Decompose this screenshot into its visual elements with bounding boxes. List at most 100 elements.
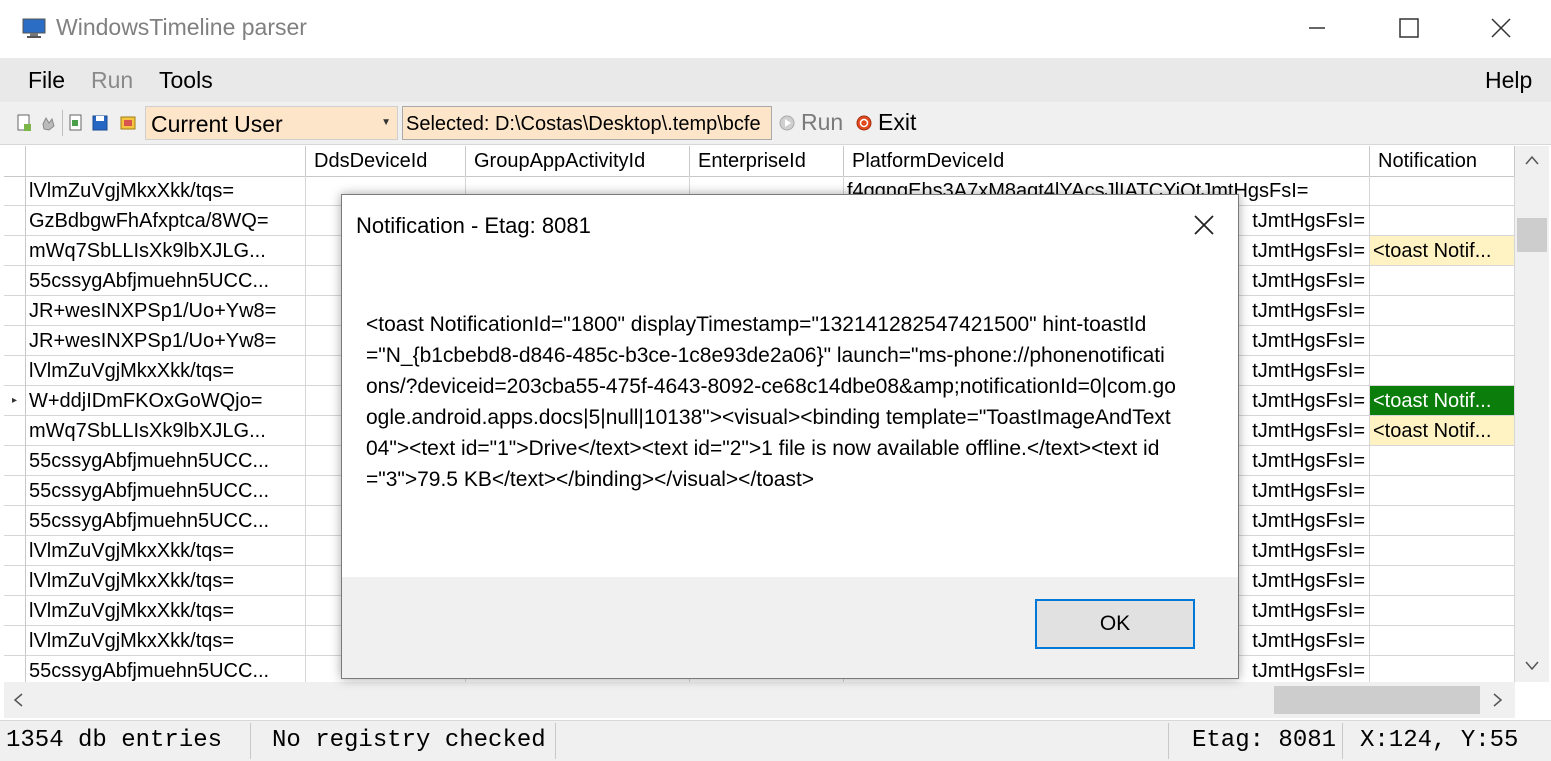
- run-button[interactable]: Run: [779, 109, 843, 136]
- close-icon: [1491, 18, 1511, 38]
- horizontal-scroll-thumb[interactable]: [1274, 686, 1480, 714]
- table-cell[interactable]: 55cssygAbfjmuehn5UCC...: [26, 446, 306, 476]
- menu-file[interactable]: File: [28, 67, 65, 94]
- vertical-scroll-thumb[interactable]: [1517, 218, 1547, 252]
- hand-icon[interactable]: [40, 114, 56, 132]
- menu-tools[interactable]: Tools: [159, 67, 213, 94]
- table-cell[interactable]: [1370, 326, 1515, 356]
- table-cell[interactable]: W+ddjIDmFKOxGoWQjo=: [26, 386, 306, 416]
- table-cell[interactable]: JR+wesINXPSp1/Uo+Yw8=: [26, 326, 306, 356]
- table-cell[interactable]: lVlmZuVgjMkxXkk/tqs=: [26, 536, 306, 566]
- table-cell[interactable]: mWq7SbLLIsXk9lbXJLG...: [26, 416, 306, 446]
- table-cell[interactable]: lVlmZuVgjMkxXkk/tqs=: [26, 596, 306, 626]
- row-header[interactable]: [4, 446, 26, 476]
- table-cell[interactable]: [1370, 446, 1515, 476]
- dialog-title: Notification - Etag: 8081: [356, 213, 591, 238]
- table-cell[interactable]: <toast Notif...: [1370, 416, 1515, 446]
- dialog-footer: OK: [342, 577, 1238, 678]
- row-header[interactable]: [4, 176, 26, 206]
- table-cell[interactable]: [1370, 566, 1515, 596]
- chevron-down-icon[interactable]: ▼: [381, 117, 391, 128]
- column-header-platformdeviceid[interactable]: PlatformDeviceId: [844, 146, 1370, 176]
- chevron-down-icon[interactable]: [1524, 660, 1540, 672]
- table-cell[interactable]: 55cssygAbfjmuehn5UCC...: [26, 266, 306, 296]
- row-header[interactable]: [4, 416, 26, 446]
- play-icon: [779, 115, 795, 130]
- status-divider: [250, 723, 251, 759]
- table-cell[interactable]: JR+wesINXPSp1/Uo+Yw8=: [26, 296, 306, 326]
- selected-path-text: Selected: D:\Costas\Desktop\.temp\bcfe: [406, 113, 761, 135]
- row-header[interactable]: [4, 536, 26, 566]
- app-monitor-icon: [22, 18, 46, 38]
- menu-help[interactable]: Help: [1485, 67, 1532, 94]
- table-cell[interactable]: [1370, 176, 1515, 206]
- row-header[interactable]: [4, 626, 26, 656]
- row-header[interactable]: [4, 506, 26, 536]
- table-cell[interactable]: lVlmZuVgjMkxXkk/tqs=: [26, 566, 306, 596]
- row-header[interactable]: [4, 656, 26, 682]
- table-cell[interactable]: [1370, 626, 1515, 656]
- table-cell[interactable]: 55cssygAbfjmuehn5UCC...: [26, 476, 306, 506]
- row-header[interactable]: [4, 236, 26, 266]
- column-header[interactable]: [26, 146, 306, 176]
- close-button[interactable]: [1478, 8, 1524, 48]
- minimize-button[interactable]: [1294, 8, 1340, 48]
- status-bar: 1354 db entries No registry checked Etag…: [0, 720, 1551, 761]
- table-cell[interactable]: <toast Notif...: [1370, 386, 1515, 416]
- table-cell[interactable]: mWq7SbLLIsXk9lbXJLG...: [26, 236, 306, 266]
- window-title: WindowsTimeline parser: [56, 14, 307, 40]
- menu-bar: File Run Tools Help: [0, 58, 1551, 102]
- row-header[interactable]: [4, 596, 26, 626]
- vertical-scrollbar[interactable]: [1515, 146, 1549, 682]
- toolbar: Current User ▼ Selected: D:\Costas\Deskt…: [0, 102, 1551, 145]
- new-file-icon[interactable]: [16, 114, 32, 132]
- status-registry: No registry checked: [272, 727, 546, 754]
- table-cell[interactable]: [1370, 476, 1515, 506]
- user-combo[interactable]: Current User ▼: [145, 106, 398, 140]
- table-cell[interactable]: [1370, 266, 1515, 296]
- maximize-button[interactable]: [1386, 8, 1432, 48]
- row-header[interactable]: [4, 296, 26, 326]
- chevron-right-icon[interactable]: [1492, 692, 1504, 708]
- selected-path-field[interactable]: Selected: D:\Costas\Desktop\.temp\bcfe: [402, 106, 772, 140]
- table-cell[interactable]: lVlmZuVgjMkxXkk/tqs=: [26, 356, 306, 386]
- save-icon[interactable]: [92, 114, 108, 132]
- user-combo-value: Current User: [151, 111, 283, 137]
- table-cell[interactable]: GzBdbgwFhAfxptca/8WQ=: [26, 206, 306, 236]
- column-header-enterpriseid[interactable]: EnterpriseId: [690, 146, 844, 176]
- row-pointer-icon[interactable]: ▸: [4, 386, 26, 416]
- horizontal-scrollbar[interactable]: [4, 682, 1515, 718]
- column-header-groupappactivityid[interactable]: GroupAppActivityId: [466, 146, 690, 176]
- chevron-up-icon[interactable]: [1524, 154, 1540, 166]
- row-header[interactable]: [4, 206, 26, 236]
- table-cell[interactable]: <toast Notif...: [1370, 236, 1515, 266]
- menu-run[interactable]: Run: [91, 67, 133, 94]
- table-cell[interactable]: 55cssygAbfjmuehn5UCC...: [26, 656, 306, 682]
- column-header-notification[interactable]: Notification: [1370, 146, 1515, 176]
- table-cell[interactable]: lVlmZuVgjMkxXkk/tqs=: [26, 176, 306, 206]
- status-entries: 1354 db entries: [6, 727, 223, 754]
- table-cell[interactable]: lVlmZuVgjMkxXkk/tqs=: [26, 626, 306, 656]
- row-header[interactable]: [4, 326, 26, 356]
- row-header[interactable]: [4, 356, 26, 386]
- table-cell[interactable]: 55cssygAbfjmuehn5UCC...: [26, 506, 306, 536]
- title-bar: WindowsTimeline parser: [0, 0, 1551, 58]
- table-cell[interactable]: [1370, 206, 1515, 236]
- chevron-left-icon[interactable]: [12, 692, 24, 708]
- row-header[interactable]: [4, 566, 26, 596]
- exit-button[interactable]: Exit: [856, 109, 916, 136]
- table-cell[interactable]: [1370, 536, 1515, 566]
- table-cell[interactable]: [1370, 656, 1515, 682]
- status-divider: [1342, 723, 1343, 759]
- table-cell[interactable]: [1370, 296, 1515, 326]
- ok-button[interactable]: OK: [1035, 599, 1195, 649]
- row-header[interactable]: [4, 476, 26, 506]
- row-header[interactable]: [4, 266, 26, 296]
- table-cell[interactable]: [1370, 356, 1515, 386]
- column-header-ddsdeviceid[interactable]: DdsDeviceId: [306, 146, 466, 176]
- export-icon[interactable]: [120, 114, 136, 132]
- table-cell[interactable]: [1370, 506, 1515, 536]
- dialog-close-button[interactable]: [1184, 205, 1224, 245]
- table-cell[interactable]: [1370, 596, 1515, 626]
- open-document-icon[interactable]: [68, 114, 84, 132]
